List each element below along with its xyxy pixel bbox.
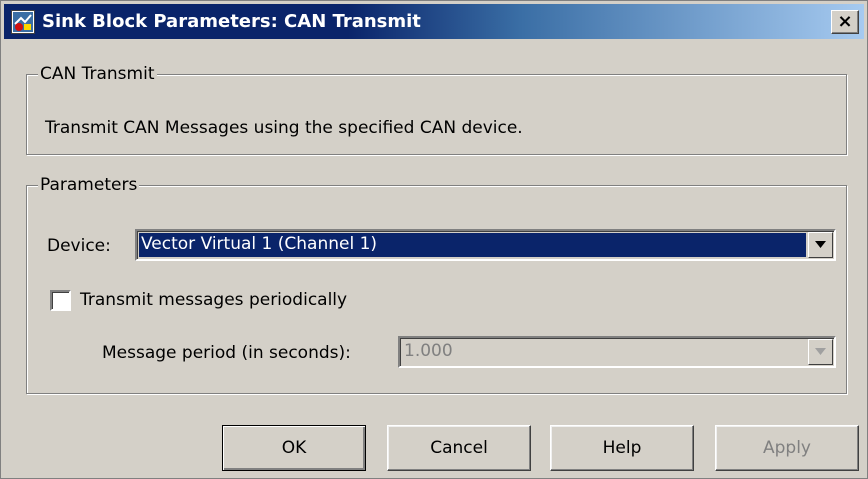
message-period-field[interactable]: 1.000	[398, 336, 836, 368]
chevron-down-icon	[815, 241, 826, 248]
simulink-block-icon	[11, 10, 35, 34]
message-period-dropdown-button[interactable]	[808, 339, 833, 365]
device-select[interactable]: Vector Virtual 1 (Channel 1)	[135, 229, 836, 261]
help-button[interactable]: Help	[550, 425, 694, 471]
message-period-value: 1.000	[402, 340, 806, 364]
block-description: Transmit CAN Messages using the specifie…	[45, 118, 523, 138]
device-label: Device:	[47, 236, 111, 256]
message-period-label: Message period (in seconds):	[102, 343, 351, 363]
periodic-checkbox[interactable]	[50, 290, 71, 311]
cancel-button[interactable]: Cancel	[387, 425, 531, 471]
parameters-group: Parameters Device: Vector Virtual 1 (Cha…	[26, 174, 847, 394]
parameters-group-legend: Parameters	[38, 174, 140, 196]
periodic-checkbox-label[interactable]: Transmit messages periodically	[80, 289, 347, 311]
chevron-down-icon	[815, 348, 826, 355]
title-bar[interactable]: Sink Block Parameters: CAN Transmit ×	[4, 4, 864, 39]
description-group-legend: CAN Transmit	[38, 63, 157, 85]
dialog-window: Sink Block Parameters: CAN Transmit × CA…	[0, 0, 868, 479]
ok-button[interactable]: OK	[222, 425, 366, 471]
description-group: CAN Transmit Transmit CAN Messages using…	[26, 63, 847, 155]
window-title: Sink Block Parameters: CAN Transmit	[42, 11, 421, 32]
apply-button[interactable]: Apply	[715, 425, 859, 471]
close-icon: ×	[837, 11, 853, 32]
device-dropdown-button[interactable]	[808, 232, 833, 258]
device-select-value: Vector Virtual 1 (Channel 1)	[139, 233, 806, 257]
close-button[interactable]: ×	[831, 10, 859, 34]
